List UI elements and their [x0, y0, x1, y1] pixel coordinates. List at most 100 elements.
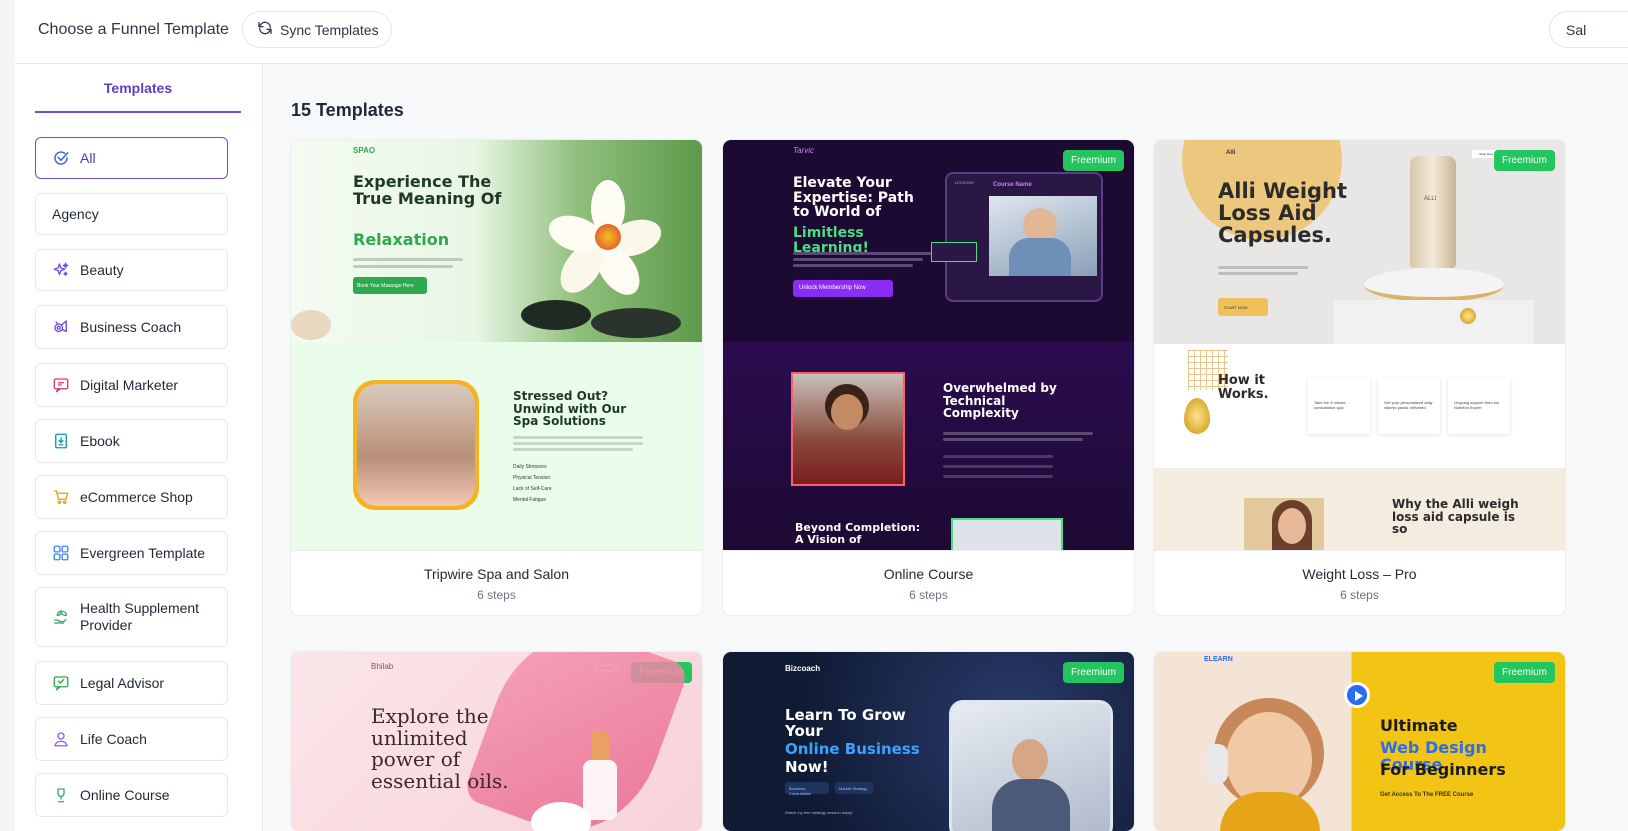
- category-beauty[interactable]: Beauty: [35, 249, 228, 291]
- category-life-coach[interactable]: Life Coach: [35, 717, 228, 761]
- course-sub-headline: Overwhelmed by Technical Complexity: [943, 381, 1057, 421]
- course-hero: Tarvic Freemium Elevate Your Expertise: …: [723, 140, 1134, 342]
- course-headline: Elevate Your Expertise: Path to World of: [793, 175, 914, 221]
- course-section-2: Overwhelmed by Technical Complexity Beyo…: [723, 342, 1134, 550]
- course-screen-label: LESSONS: [955, 180, 974, 185]
- template-steps: 6 steps: [477, 588, 516, 602]
- biz-brand: Bizcoach: [785, 664, 821, 673]
- para-line: [943, 455, 1053, 458]
- course-image: [791, 372, 905, 486]
- alli-cta: START NOW: [1218, 298, 1268, 316]
- para-line: [1218, 266, 1308, 269]
- legal-chat-icon: [52, 674, 70, 692]
- category-ebook[interactable]: Ebook: [35, 419, 228, 463]
- alli-how-it-works: How it Works. Take the 3 minute consulta…: [1154, 344, 1565, 468]
- person-icon: [52, 730, 70, 748]
- sparkles-icon: [52, 261, 70, 279]
- alli-headline: Alli Weight Loss Aid Capsules.: [1218, 179, 1348, 248]
- spa-list-item: Mental Fatigue: [513, 497, 547, 503]
- header-bar: Choose a Funnel Template Sync Templates …: [15, 0, 1628, 64]
- spa-list-item: Physical Tension: [513, 475, 551, 481]
- book-download-icon: [52, 432, 70, 450]
- sync-templates-button[interactable]: Sync Templates: [242, 11, 392, 48]
- card-footer: Tripwire Spa and Salon 6 steps: [291, 550, 702, 615]
- template-card-essential-oils[interactable]: Bhilab Shop Now Freemium Explore the unl…: [291, 652, 702, 831]
- tab-templates[interactable]: Templates: [35, 64, 241, 113]
- template-preview: Tarvic Freemium Elevate Your Expertise: …: [723, 140, 1134, 550]
- template-name: Weight Loss – Pro: [1302, 566, 1417, 582]
- spa-headline: Experience The True Meaning Of: [353, 172, 502, 208]
- para-line: [793, 264, 913, 267]
- para-line: [943, 438, 1083, 441]
- alli-footer-headline: Why the Alli weigh loss aid capsule is s…: [1392, 497, 1519, 537]
- para-line: [513, 442, 643, 445]
- biz-headline-end: Now!: [785, 758, 829, 776]
- biz-headline-accent: Online Business: [785, 740, 920, 758]
- para-line: [1218, 272, 1298, 275]
- freemium-badge: Freemium: [1493, 662, 1555, 683]
- card-footer: Weight Loss – Pro 6 steps: [1154, 550, 1565, 615]
- freemium-badge: Freemium: [1062, 150, 1124, 171]
- template-card-elearn[interactable]: ELEARN Freemium Ultimate Web Design Cour…: [1154, 652, 1565, 831]
- biz-sub: Watch my free strategy session today!: [785, 810, 853, 815]
- freemium-badge: Freemium: [1493, 150, 1555, 171]
- oils-headline: Explore the unlimited power of essential…: [371, 704, 509, 793]
- alli-sub-headline: How it Works.: [1218, 373, 1269, 402]
- elearn-sub: Get Access To The FREE Course: [1380, 792, 1474, 798]
- course-screen-title: Course Name: [993, 182, 1032, 188]
- grid-icon: [52, 544, 70, 562]
- header-right-label: Sal: [1566, 21, 1587, 38]
- biz-chip: Market Strategy: [835, 782, 873, 794]
- category-ecommerce-shop[interactable]: eCommerce Shop: [35, 475, 228, 519]
- spa-list-item: Daily Stressors: [513, 464, 547, 470]
- course-headline-accent: Limitless Learning!: [793, 225, 869, 256]
- category-agency[interactable]: Agency: [35, 193, 228, 235]
- template-card-bizcoach[interactable]: Bizcoach Freemium Learn To Grow Your Onl…: [723, 652, 1134, 831]
- alli-hero: Alli Shop Now Freemium Alli Weight Loss …: [1154, 140, 1565, 344]
- category-evergreen-template[interactable]: Evergreen Template: [35, 531, 228, 575]
- elearn-headline-end: For Beginners: [1380, 760, 1506, 779]
- alli-brand: Alli: [1226, 150, 1236, 156]
- template-card-weight-loss[interactable]: Alli Shop Now Freemium Alli Weight Loss …: [1154, 140, 1565, 615]
- para-line: [943, 465, 1053, 468]
- course-footer-headline: Beyond Completion: A Vision of: [795, 521, 921, 546]
- category-legal-advisor[interactable]: Legal Advisor: [35, 661, 228, 705]
- template-name: Tripwire Spa and Salon: [423, 566, 569, 582]
- template-steps: 6 steps: [909, 588, 948, 602]
- category-health-supplement-provider[interactable]: Health Supplement Provider: [35, 587, 228, 647]
- para-line: [943, 475, 1053, 478]
- category-sidebar: Templates All Agency Beauty Business Coa…: [15, 64, 263, 831]
- template-card-online-course[interactable]: Tarvic Freemium Elevate Your Expertise: …: [723, 140, 1134, 615]
- header-right-button[interactable]: Sal: [1549, 11, 1628, 48]
- image-frame: [353, 380, 479, 510]
- page-title: Choose a Funnel Template: [38, 21, 229, 38]
- category-online-course[interactable]: Online Course: [35, 773, 228, 817]
- spa-section-2: Stressed Out? Unwind with Our Spa Soluti…: [291, 342, 702, 550]
- para-line: [353, 265, 453, 268]
- category-digital-marketer[interactable]: Digital Marketer: [35, 363, 228, 407]
- alli-step-card: Get your personalized daily vitamin pack…: [1378, 378, 1440, 434]
- bottle-label: ALLI: [1424, 196, 1437, 202]
- spa-brand: SPAO: [353, 146, 376, 155]
- category-all[interactable]: All: [35, 137, 228, 179]
- sync-templates-label: Sync Templates: [280, 21, 379, 38]
- check-circle-icon: [52, 149, 70, 167]
- course-cta: Unlock Membership Now: [793, 280, 893, 297]
- leaf-hand-icon: [52, 608, 70, 626]
- app: Choose a Funnel Template Sync Templates …: [15, 0, 1628, 831]
- template-steps: 6 steps: [1340, 588, 1379, 602]
- course-screen-mockup: LESSONS Course Name: [945, 172, 1103, 302]
- category-business-coach[interactable]: Business Coach: [35, 305, 228, 349]
- megaphone-icon: [52, 318, 70, 336]
- product-bottle: ALLI: [1410, 156, 1456, 268]
- para-line: [793, 252, 933, 255]
- spa-headline-accent: Relaxation: [353, 230, 450, 249]
- spa-list-item: Lack of Self-Care: [513, 486, 552, 492]
- para-line: [353, 258, 463, 261]
- card-footer: Online Course 6 steps: [723, 550, 1134, 615]
- alli-step-card: Take the 3 minute consultation quiz: [1308, 378, 1370, 434]
- template-card-spa[interactable]: SPAO Experience The True Meaning Of Rela…: [291, 140, 702, 615]
- para-line: [513, 436, 643, 439]
- biz-chip: Business Consultation: [785, 782, 829, 796]
- spa-sub-headline: Stressed Out? Unwind with Our Spa Soluti…: [513, 389, 627, 429]
